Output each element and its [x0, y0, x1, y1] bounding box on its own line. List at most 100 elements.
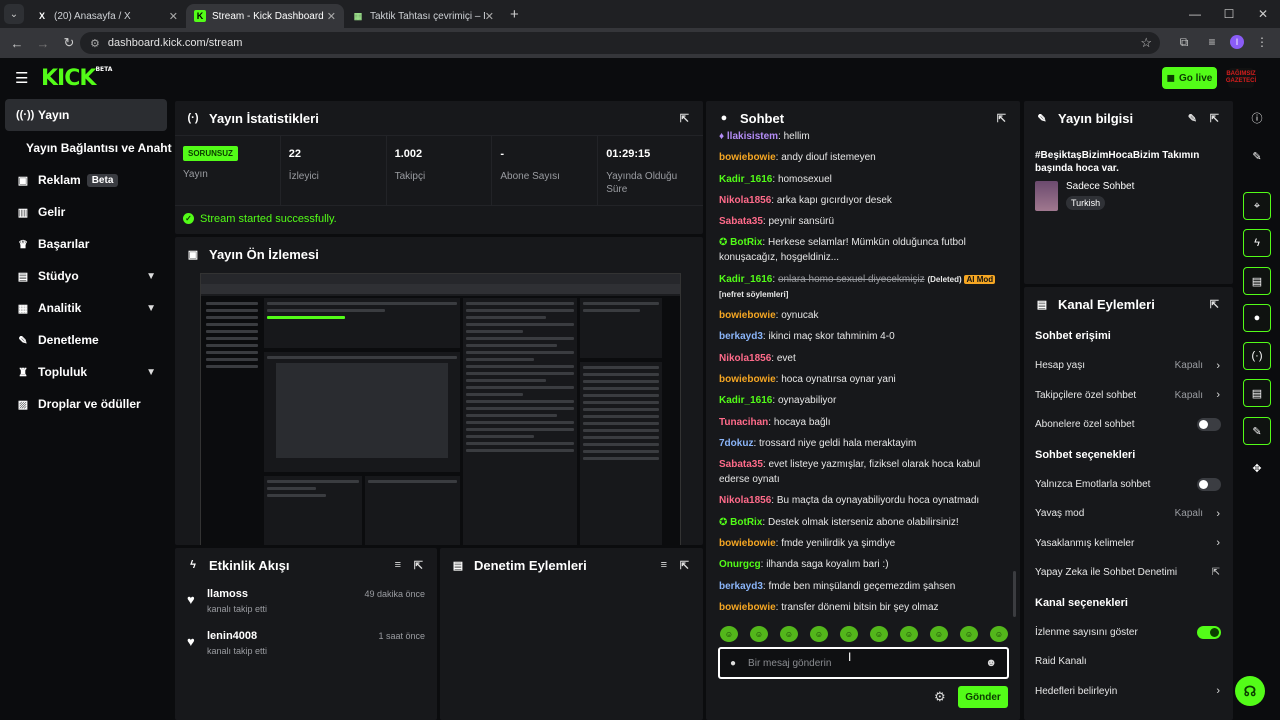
- chat-username[interactable]: berkayd3: [719, 331, 763, 342]
- emoji-icon[interactable]: ☻: [985, 657, 997, 669]
- lightning-icon[interactable]: ϟ: [1243, 229, 1271, 257]
- chat-username[interactable]: Nikola1856: [719, 353, 771, 364]
- stream-preview[interactable]: [200, 273, 681, 545]
- actions-icon[interactable]: ▤: [1243, 379, 1271, 407]
- go-live-button[interactable]: ◼ Go live: [1162, 67, 1217, 89]
- browser-tab[interactable]: ▦ Taktik Tahtası çevrimiçi – Futbol ✕: [344, 4, 502, 28]
- sidebar-item-stream-key[interactable]: Yayın Bağlantısı ve Anahtarı: [0, 132, 172, 164]
- emote-icon[interactable]: ☺: [810, 626, 828, 642]
- ai-moderation-row[interactable]: Yapay Zeka ile Sohbet Denetimi ⇱: [1024, 558, 1233, 588]
- help-icon[interactable]: ☊: [1235, 676, 1265, 706]
- user-avatar[interactable]: BAĞIMSIZ GAZETECİ: [1226, 68, 1256, 88]
- chat-input[interactable]: ● Bir mesaj gönderin ☻: [718, 647, 1009, 679]
- emote-icon[interactable]: ☺: [930, 626, 948, 642]
- emote-icon[interactable]: ☺: [990, 626, 1008, 642]
- close-icon[interactable]: ✕: [327, 10, 336, 23]
- chat-scrollbar[interactable]: [1013, 571, 1016, 617]
- emote-only-toggle[interactable]: [1197, 477, 1221, 491]
- chat-username[interactable]: Nikola1856: [719, 495, 771, 506]
- document-icon[interactable]: ▤: [1243, 267, 1271, 295]
- popout-icon[interactable]: ⇱: [997, 112, 1006, 125]
- minimize-icon[interactable]: —: [1178, 0, 1212, 28]
- chat-username[interactable]: Kadir_1616: [719, 274, 772, 285]
- wrench-icon[interactable]: ✎: [1243, 417, 1271, 445]
- close-icon[interactable]: ✕: [485, 10, 494, 23]
- chat-username[interactable]: bowiebowie: [719, 152, 776, 163]
- followers-only-row[interactable]: Takipçilere özel sohbet Kapalı ›: [1024, 381, 1233, 411]
- tab-search-icon[interactable]: ⌄: [4, 4, 24, 24]
- popout-icon[interactable]: ⇱: [1210, 112, 1219, 125]
- popout-icon[interactable]: ⇱: [414, 559, 423, 572]
- sidebar-item-analitik[interactable]: ▦ Analitik ▼: [0, 292, 172, 324]
- bookmark-star-icon[interactable]: ☆: [1140, 35, 1152, 51]
- forward-icon[interactable]: →: [30, 36, 56, 51]
- sidebar-item-reklam[interactable]: ▣ Reklam Beta: [0, 164, 172, 196]
- media-icon[interactable]: ≡: [1202, 32, 1222, 52]
- emote-icon[interactable]: ☺: [840, 626, 858, 642]
- sidebar-item-studyo[interactable]: ▤ Stüdyo ▼: [0, 260, 172, 292]
- chat-username[interactable]: bowiebowie: [719, 538, 776, 549]
- slow-mode-row[interactable]: Yavaş mod Kapalı ›: [1024, 499, 1233, 529]
- new-tab-icon[interactable]: +: [510, 6, 519, 23]
- sidebar-item-droplar[interactable]: ▨ Droplar ve ödüller: [0, 388, 172, 420]
- broadcast-icon[interactable]: (·): [1243, 342, 1271, 370]
- emote-icon[interactable]: ☺: [720, 626, 738, 642]
- emote-icon[interactable]: ☺: [960, 626, 978, 642]
- filter-icon[interactable]: ≡: [395, 559, 401, 571]
- chat-username[interactable]: Kadir_1616: [719, 174, 772, 185]
- kick-logo[interactable]: KICKBETA: [41, 66, 112, 91]
- chat-username[interactable]: bowiebowie: [719, 310, 776, 321]
- chat-username[interactable]: berkayd3: [719, 581, 763, 592]
- browser-tab[interactable]: X (20) Anasayfa / X ✕: [28, 4, 186, 28]
- chat-username[interactable]: Sabata35: [719, 459, 763, 470]
- pencil-icon[interactable]: ✎: [1243, 142, 1271, 170]
- menu-icon[interactable]: ☰: [15, 69, 29, 87]
- account-age-row[interactable]: Hesap yaşı Kapalı ›: [1024, 351, 1233, 381]
- popout-icon[interactable]: ⇱: [680, 559, 689, 572]
- filter-icon[interactable]: ≡: [661, 559, 667, 571]
- close-icon[interactable]: ✕: [169, 10, 178, 23]
- send-button[interactable]: Gönder: [958, 686, 1008, 708]
- chat-username[interactable]: Sabata35: [719, 216, 763, 227]
- sidebar-item-yayin[interactable]: ((·)) Yayın: [5, 99, 167, 131]
- popout-icon[interactable]: ⇱: [680, 112, 689, 125]
- gear-icon[interactable]: ⚙: [934, 689, 946, 705]
- back-icon[interactable]: ←: [4, 36, 30, 51]
- emote-icon[interactable]: ☺: [750, 626, 768, 642]
- sidebar-item-topluluk[interactable]: ♜ Topluluk ▼: [0, 356, 172, 388]
- extensions-icon[interactable]: ⧉: [1174, 32, 1194, 52]
- chat-username[interactable]: BotRix: [730, 517, 762, 528]
- site-info-icon[interactable]: ⚙: [90, 37, 100, 50]
- show-viewers-toggle[interactable]: [1197, 625, 1221, 639]
- sidebar-item-basarilar[interactable]: ♛ Başarılar: [0, 228, 172, 260]
- address-bar[interactable]: ⚙ dashboard.kick.com/stream ☆: [80, 32, 1160, 54]
- emote-icon[interactable]: ☺: [900, 626, 918, 642]
- chat-username[interactable]: BotRix: [730, 237, 762, 248]
- chat-username[interactable]: llakisistem: [727, 131, 778, 142]
- profile-avatar[interactable]: I: [1230, 35, 1244, 49]
- subs-only-toggle[interactable]: [1197, 418, 1221, 432]
- close-window-icon[interactable]: ✕: [1246, 0, 1280, 28]
- raid-row[interactable]: Raid Kanalı: [1024, 647, 1233, 677]
- banned-words-row[interactable]: Yasaklanmış kelimeler ›: [1024, 529, 1233, 559]
- apps-icon[interactable]: ✥: [1243, 454, 1271, 482]
- sidebar-item-denetleme[interactable]: ✎ Denetleme: [0, 324, 172, 356]
- browser-menu-icon[interactable]: ⋮: [1252, 32, 1272, 52]
- chat-username[interactable]: bowiebowie: [719, 602, 776, 613]
- chat-username[interactable]: bowiebowie: [719, 374, 776, 385]
- chat-username[interactable]: 7dokuz: [719, 438, 753, 449]
- emote-icon[interactable]: ☺: [780, 626, 798, 642]
- chat-username[interactable]: Tunacihan: [719, 417, 768, 428]
- info-icon[interactable]: ⓘ: [1243, 104, 1271, 132]
- focus-icon[interactable]: ⌖: [1243, 192, 1271, 220]
- chat-username[interactable]: Nikola1856: [719, 195, 771, 206]
- chat-icon[interactable]: ●: [1243, 304, 1271, 332]
- chat-username[interactable]: Kadir_1616: [719, 395, 772, 406]
- maximize-icon[interactable]: ☐: [1212, 0, 1246, 28]
- emote-icon[interactable]: ☺: [870, 626, 888, 642]
- chat-username[interactable]: Onurgcg: [719, 559, 761, 570]
- popout-icon[interactable]: ⇱: [1210, 298, 1219, 311]
- goals-row[interactable]: Hedefleri belirleyin ›: [1024, 677, 1233, 707]
- browser-tab-active[interactable]: K Stream - Kick Dashboard ✕: [186, 4, 344, 28]
- sidebar-item-gelir[interactable]: ▥ Gelir: [0, 196, 172, 228]
